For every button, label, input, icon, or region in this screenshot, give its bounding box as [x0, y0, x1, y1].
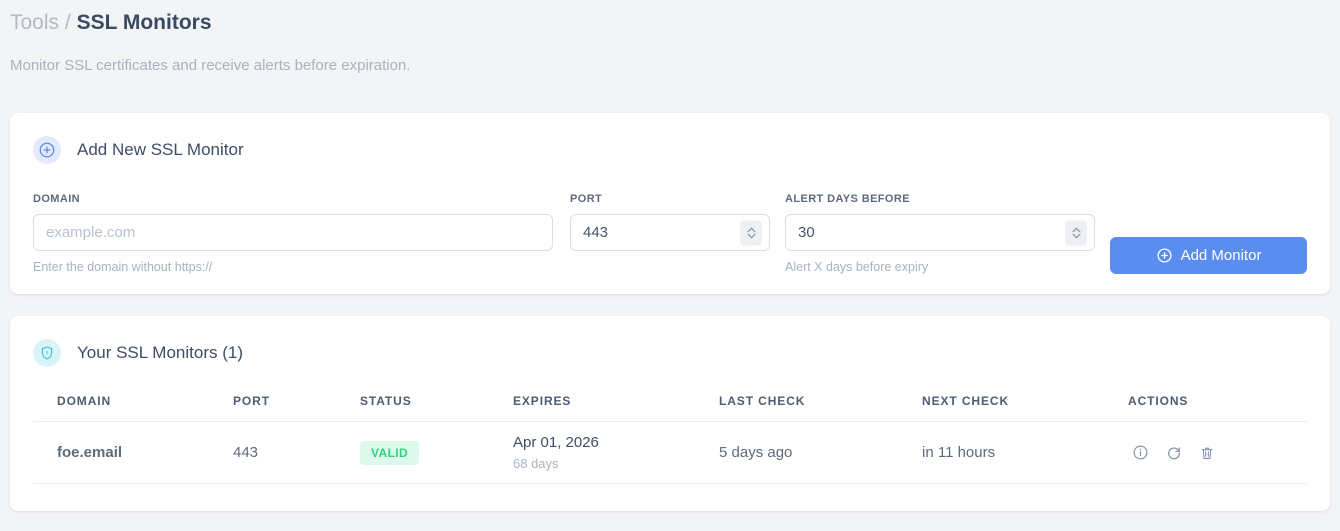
col-header-expires: EXPIRES: [513, 388, 719, 422]
monitor-expires-days: 68 days: [513, 456, 559, 471]
breadcrumb-separator: /: [64, 11, 71, 34]
col-header-next-check: NEXT CHECK: [922, 388, 1128, 422]
ssl-monitors-page: Tools / SSL Monitors Monitor SSL certifi…: [0, 0, 1340, 511]
alert-days-stepper[interactable]: [1065, 220, 1087, 245]
refresh-icon: [1167, 446, 1180, 459]
row-actions: [1128, 444, 1307, 461]
monitor-expires-date: Apr 01, 2026: [513, 434, 599, 451]
info-button[interactable]: [1132, 444, 1149, 461]
monitors-card-header: Your SSL Monitors (1): [33, 339, 1307, 367]
monitors-list-card: Your SSL Monitors (1) DOMAIN PORT STATUS…: [10, 316, 1330, 511]
col-header-actions: ACTIONS: [1128, 388, 1307, 422]
delete-button[interactable]: [1198, 444, 1215, 461]
alert-days-input[interactable]: [785, 214, 1095, 251]
table-header-row: DOMAIN PORT STATUS EXPIRES LAST CHECK NE…: [33, 388, 1307, 422]
domain-label: DOMAIN: [33, 193, 81, 205]
add-monitor-button[interactable]: Add Monitor: [1110, 237, 1307, 274]
chevron-up-icon: [747, 227, 755, 232]
monitor-port: 443: [233, 421, 360, 484]
port-field-group: PORT: [570, 193, 770, 274]
col-header-domain: DOMAIN: [33, 388, 233, 422]
chevron-up-icon: [1072, 227, 1080, 232]
monitor-domain: foe.email: [33, 421, 233, 484]
port-label: PORT: [570, 193, 603, 205]
page-subtitle: Monitor SSL certificates and receive ale…: [10, 57, 411, 74]
alert-days-helper-text: Alert X days before expiry: [785, 260, 929, 274]
domain-input[interactable]: [33, 214, 553, 251]
col-header-port: PORT: [233, 388, 360, 422]
monitor-last-check: 5 days ago: [719, 421, 922, 484]
info-icon: [1133, 445, 1148, 460]
port-stepper[interactable]: [740, 220, 762, 245]
monitor-next-check: in 11 hours: [922, 421, 1128, 484]
domain-helper-text: Enter the domain without https://: [33, 260, 213, 274]
breadcrumb-tools-link[interactable]: Tools: [10, 11, 59, 34]
refresh-button[interactable]: [1165, 444, 1182, 461]
plus-circle-icon: [33, 136, 61, 164]
plus-circle-icon: [1157, 248, 1172, 263]
domain-field-group: DOMAIN Enter the domain without https://: [33, 193, 553, 274]
table-row: foe.email 443 VALID Apr 01, 2026 68 days…: [33, 421, 1307, 484]
status-badge: VALID: [360, 440, 420, 465]
add-monitor-button-label: Add Monitor: [1180, 247, 1262, 264]
monitors-table: DOMAIN PORT STATUS EXPIRES LAST CHECK NE…: [33, 388, 1307, 484]
shield-icon: [33, 339, 61, 367]
trash-icon: [1200, 447, 1213, 459]
chevron-down-icon: [1072, 233, 1080, 238]
alert-days-label: ALERT DAYS BEFORE: [785, 193, 910, 205]
add-monitor-card-title: Add New SSL Monitor: [77, 140, 244, 159]
page-title: SSL Monitors: [76, 11, 212, 34]
monitors-card-title: Your SSL Monitors (1): [77, 343, 243, 362]
add-monitor-card: Add New SSL Monitor DOMAIN Enter the dom…: [10, 113, 1330, 294]
alert-days-field-group: ALERT DAYS BEFORE Alert X days before ex…: [785, 193, 1095, 274]
chevron-down-icon: [747, 233, 755, 238]
col-header-last-check: LAST CHECK: [719, 388, 922, 422]
breadcrumb: Tools / SSL Monitors: [10, 10, 1330, 36]
col-header-status: STATUS: [360, 388, 513, 422]
add-monitor-card-header: Add New SSL Monitor: [33, 136, 1307, 164]
add-monitor-form: DOMAIN Enter the domain without https://…: [33, 193, 1307, 274]
